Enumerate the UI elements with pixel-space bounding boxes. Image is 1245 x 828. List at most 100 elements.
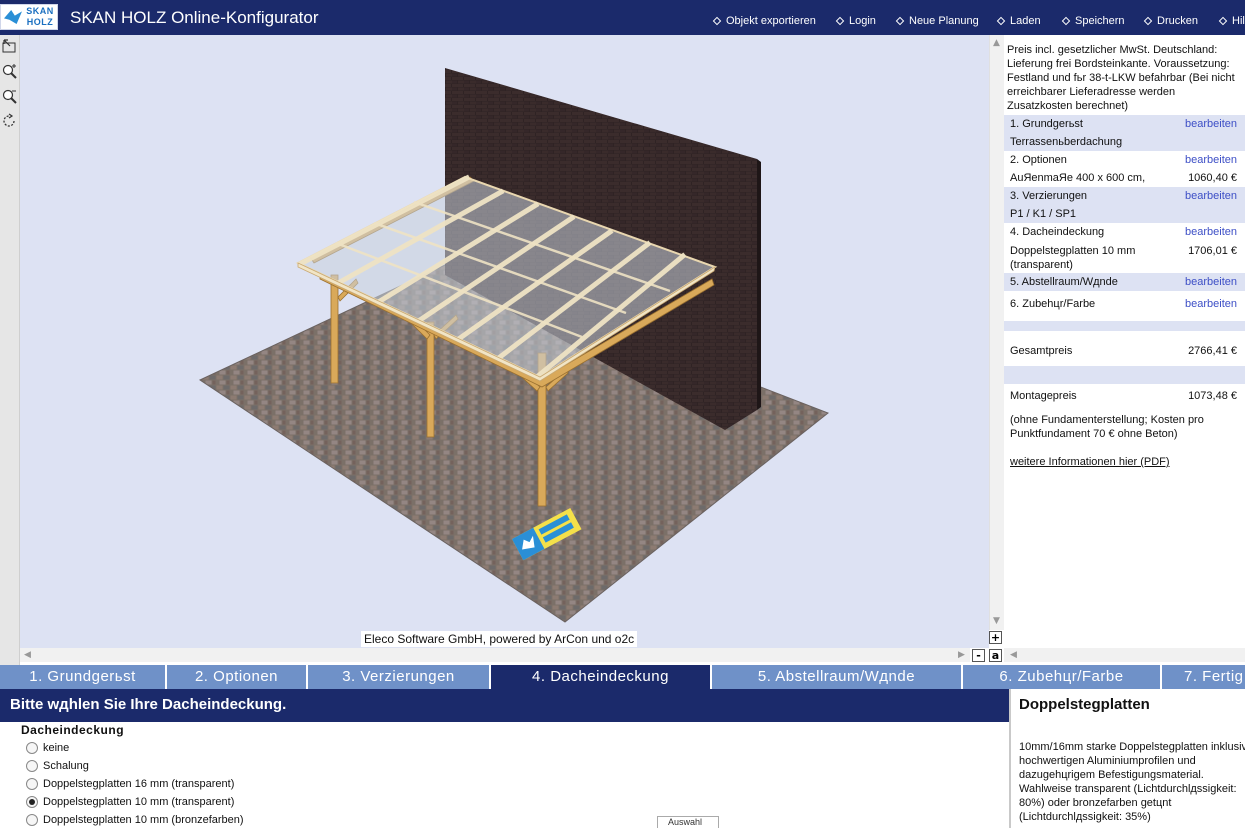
select-icon[interactable]	[1, 38, 18, 55]
option-schalung-label: Schalung	[43, 760, 89, 772]
option-doppelsteg-10-bronze-label: Doppelstegplatten 10 mm (bronzefarben)	[43, 814, 244, 826]
section-4-price: 1706,01 €	[1188, 245, 1237, 257]
edit-section-6-link[interactable]: bearbeiten	[1185, 298, 1237, 310]
total-row: Gesamtpreis 2766,41 €	[1004, 342, 1245, 360]
view-toolbar	[0, 35, 20, 665]
section-3-title: 3. Verzierungen	[1010, 190, 1088, 202]
menu-export[interactable]: Objekt exportieren	[712, 13, 816, 29]
panel-horizontal-scrollbar[interactable]: ◀	[1004, 648, 1245, 662]
carport-3d-render	[198, 68, 829, 623]
section-3-header: 3. Verzierungen bearbeiten	[1004, 187, 1245, 205]
edit-section-3-link[interactable]: bearbeiten	[1185, 190, 1237, 202]
diamond-bullet-icon	[712, 16, 722, 26]
selection-control[interactable]: Auswahl	[657, 816, 719, 828]
copyright-note: Eleco Software GmbH, powered by ArCon un…	[361, 631, 638, 647]
option-doppelsteg-10-transparent[interactable]: Doppelstegplatten 10 mm (transparent)	[26, 794, 234, 810]
bird-logo-icon	[4, 10, 22, 24]
edit-section-4-link[interactable]: bearbeiten	[1185, 226, 1237, 238]
price-summary-panel: Preis incl. gesetzlicher MwSt. Deutschla…	[1004, 35, 1245, 648]
option-doppelsteg-16-transparent-label: Doppelstegplatten 16 mm (transparent)	[43, 778, 235, 790]
step-heading: Bitte wдhlen Sie Ihre Dacheindeckung.	[0, 689, 1009, 722]
menu-new-plan[interactable]: Neue Planung	[895, 13, 979, 29]
menu-load[interactable]: Laden	[996, 13, 1041, 29]
brick-wall-side	[757, 159, 761, 410]
section-3-detail: P1 / K1 / SP1	[1010, 208, 1077, 220]
edit-section-5-link[interactable]: bearbeiten	[1185, 276, 1237, 288]
section-1-detail: Terrassenьberdachung	[1010, 136, 1123, 148]
section-2-title: 2. Optionen	[1010, 154, 1067, 166]
section-6-header: 6. Zubehцr/Farbe bearbeiten	[1004, 295, 1245, 313]
section-2-detail-row: AuЯenmaЯe 400 x 600 cm, 1060,40 €	[1004, 169, 1245, 187]
scroll-right-icon[interactable]: ▶	[958, 650, 965, 660]
tab-optionen[interactable]: 2. Optionen	[167, 665, 306, 689]
diamond-bullet-icon	[835, 16, 845, 26]
scroll-left-icon[interactable]: ◀	[24, 650, 31, 660]
tab-zubehoer[interactable]: 6. Zubehцr/Farbe	[963, 665, 1160, 689]
app-title: SKAN HOLZ Online-Konfigurator	[70, 8, 319, 27]
tab-abstellraum[interactable]: 5. Abstellraum/Wдnde	[712, 665, 961, 689]
edit-section-2-link[interactable]: bearbeiten	[1185, 154, 1237, 166]
edit-section-1-link[interactable]: bearbeiten	[1185, 118, 1237, 130]
option-schalung[interactable]: Schalung	[26, 758, 89, 774]
pdf-info-link[interactable]: weitere Informationen hier (PDF)	[1010, 456, 1170, 468]
menu-login-label: Login	[849, 15, 876, 27]
radio-doppelsteg-10-transparent[interactable]	[26, 796, 38, 808]
zoom-in-icon[interactable]	[1, 63, 18, 80]
montage-label: Montagepreis	[1010, 390, 1077, 402]
tab-fertig[interactable]: 7. Fertig	[1162, 665, 1245, 689]
reset-view-button[interactable]: a	[989, 649, 1002, 662]
menu-save-label: Speichern	[1075, 15, 1125, 27]
section-4-detail: Doppelstegplatten 10 mm (transparent)	[1010, 245, 1136, 271]
option-doppelsteg-10-transparent-label: Doppelstegplatten 10 mm (transparent)	[43, 796, 235, 808]
product-description-panel: Doppelstegplatten 10mm/16mm starke Doppe…	[1009, 689, 1245, 828]
spacer-band	[1004, 321, 1245, 331]
radio-schalung[interactable]	[26, 760, 38, 772]
viewport-horizontal-scrollbar[interactable]: ◀ ▶	[20, 648, 970, 662]
tab-dacheindeckung[interactable]: 4. Dacheindeckung	[491, 665, 710, 689]
diamond-bullet-icon	[1061, 16, 1071, 26]
total-label: Gesamtpreis	[1010, 345, 1073, 357]
radio-doppelsteg-16-transparent[interactable]	[26, 778, 38, 790]
diamond-bullet-icon	[996, 16, 1006, 26]
zoom-out-icon[interactable]	[1, 88, 18, 105]
option-doppelsteg-16-transparent[interactable]: Doppelstegplatten 16 mm (transparent)	[26, 776, 234, 792]
montage-value: 1073,48 €	[1188, 390, 1237, 402]
diamond-bullet-icon	[1143, 16, 1153, 26]
zoom-plus-button[interactable]: +	[989, 631, 1002, 644]
section-1-title: 1. Grundgerьst	[1010, 118, 1083, 130]
option-keine-label: keine	[43, 742, 70, 754]
menu-login[interactable]: Login	[835, 13, 876, 29]
section-5-title: 5. Abstellraum/Wдnde	[1010, 276, 1118, 288]
menu-help[interactable]: Hilfe	[1218, 13, 1245, 29]
skan-holz-logo[interactable]: SKAN HOLZ	[0, 4, 58, 30]
section-6-title: 6. Zubehцr/Farbe	[1010, 298, 1096, 310]
menu-save[interactable]: Speichern	[1061, 13, 1125, 29]
menu-new-plan-label: Neue Planung	[909, 15, 979, 27]
radio-doppelsteg-10-bronze[interactable]	[26, 814, 38, 826]
rotate-icon[interactable]	[1, 113, 18, 130]
diamond-bullet-icon	[895, 16, 905, 26]
logo-text: SKAN HOLZ	[26, 6, 54, 27]
zoom-minus-button[interactable]: -	[972, 649, 985, 662]
roof-selection-panel: Bitte wдhlen Sie Ihre Dacheindeckung. Da…	[0, 689, 1009, 828]
tab-verzierungen[interactable]: 3. Verzierungen	[308, 665, 489, 689]
section-5-header: 5. Abstellraum/Wдnde bearbeiten	[1004, 273, 1245, 291]
radio-keine[interactable]	[26, 742, 38, 754]
tab-grundgeruest[interactable]: 1. Grundgerьst	[0, 665, 165, 689]
configurator-app: SKAN HOLZ SKAN HOLZ Online-Konfigurator …	[0, 0, 1245, 828]
montage-row: Montagepreis 1073,48 €	[1004, 387, 1245, 405]
section-4-header: 4. Dacheindeckung bearbeiten	[1004, 223, 1245, 241]
diamond-bullet-icon	[1218, 16, 1228, 26]
section-1-header: 1. Grundgerьst bearbeiten	[1004, 115, 1245, 133]
scroll-down-icon[interactable]: ▼	[993, 616, 1000, 626]
viewport-vertical-scrollbar[interactable]: ▲ ▼	[989, 35, 1004, 630]
section-2-price: 1060,40 €	[1188, 172, 1237, 184]
delivery-note: Preis incl. gesetzlicher MwSt. Deutschla…	[1007, 44, 1235, 112]
option-keine[interactable]: keine	[26, 740, 69, 756]
option-doppelsteg-10-bronze[interactable]: Doppelstegplatten 10 mm (bronzefarben)	[26, 812, 244, 828]
panel-scroll-left-icon[interactable]: ◀	[1010, 650, 1017, 660]
menu-print[interactable]: Drucken	[1143, 13, 1198, 29]
menu-export-label: Objekt exportieren	[726, 15, 816, 27]
3d-viewport[interactable]: Eleco Software GmbH, powered by ArCon un…	[20, 35, 989, 648]
scroll-up-icon[interactable]: ▲	[993, 38, 1000, 48]
